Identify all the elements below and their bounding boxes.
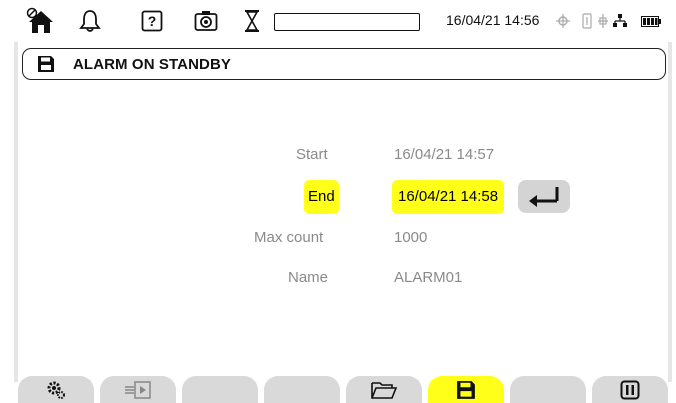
max-count-label: Max count xyxy=(254,229,324,246)
pause-icon xyxy=(620,380,640,399)
help-icon[interactable]: ? xyxy=(138,6,166,36)
status-datetime: 16/04/21 14:56 xyxy=(446,12,540,28)
program-key[interactable] xyxy=(100,376,176,403)
enter-button[interactable] xyxy=(518,180,570,213)
gears-icon xyxy=(47,381,65,399)
left-rail xyxy=(14,42,18,382)
empty-key-3[interactable] xyxy=(182,376,258,403)
floppy-disk-icon xyxy=(457,380,475,399)
network-icon xyxy=(612,6,628,36)
enter-arrow-icon xyxy=(529,187,559,207)
end-label: End xyxy=(304,180,339,214)
start-value[interactable]: 16/04/21 14:57 xyxy=(394,146,494,163)
home-with-disabled-icon[interactable] xyxy=(24,6,58,36)
bell-icon[interactable] xyxy=(76,6,104,36)
svg-text:?: ? xyxy=(148,13,157,29)
softkey-bar xyxy=(14,372,672,403)
status-bar: ? 16/04/21 14:56 xyxy=(14,0,668,42)
recording-progress-bar xyxy=(274,13,420,31)
program-icon xyxy=(125,380,151,399)
pause-key[interactable] xyxy=(592,376,668,403)
settings-key[interactable] xyxy=(18,376,94,403)
name-label: Name xyxy=(288,269,329,286)
camera-icon[interactable] xyxy=(192,6,220,36)
open-folder-key[interactable] xyxy=(346,376,422,403)
empty-key-4[interactable] xyxy=(264,376,340,403)
hourglass-icon xyxy=(240,6,264,36)
floppy-disk-icon xyxy=(37,55,55,78)
save-key[interactable] xyxy=(428,376,504,403)
usb-icon xyxy=(580,6,594,36)
battery-icon xyxy=(640,6,662,36)
title-bar: ALARM ON STANDBY xyxy=(22,48,666,80)
empty-key-7[interactable] xyxy=(510,376,586,403)
gps-icon xyxy=(554,6,572,36)
end-value-field[interactable]: 16/04/21 14:58 xyxy=(392,180,505,214)
page-title: ALARM ON STANDBY xyxy=(73,56,231,73)
start-label: Start xyxy=(296,146,328,163)
max-count-value[interactable]: 1000 xyxy=(394,229,427,246)
name-value[interactable]: ALARM01 xyxy=(394,269,462,286)
right-rail xyxy=(668,42,672,382)
plug-icon xyxy=(596,6,610,36)
folder-open-icon xyxy=(371,381,397,399)
device-screen: ? 16/04/21 14:56 ALARM ON STANDBY Start … xyxy=(0,0,676,403)
